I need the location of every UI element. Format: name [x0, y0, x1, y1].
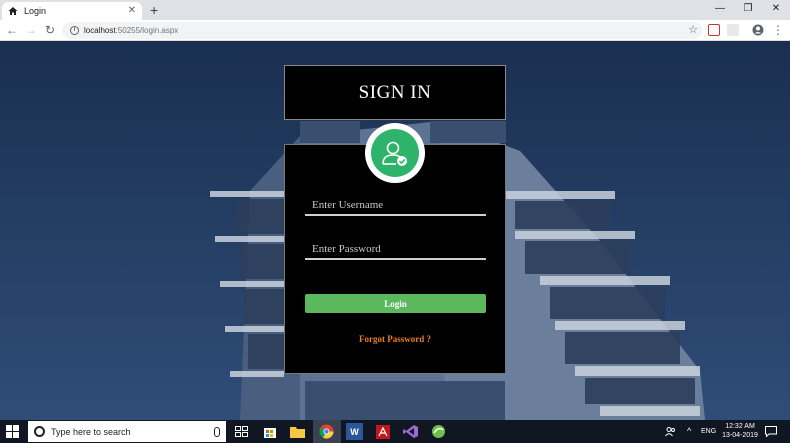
- user-verified-icon: [371, 129, 419, 177]
- microphone-icon[interactable]: [214, 426, 220, 437]
- url-text: localhost:50255/login.aspx: [84, 26, 179, 35]
- browser-toolbar: ← → ↻ i localhost:50255/login.aspx ☆ ⋮: [0, 20, 790, 41]
- taskbar-search-placeholder: Type here to search: [51, 426, 131, 437]
- window-controls: — ❐ ✕: [706, 0, 790, 20]
- extension-pocket-icon[interactable]: [708, 24, 720, 36]
- task-view-icon[interactable]: [233, 423, 250, 440]
- menu-icon[interactable]: ⋮: [770, 22, 786, 38]
- avatar: [365, 123, 425, 183]
- browser-tab-strip: Login ✕ + — ❐ ✕: [0, 0, 790, 20]
- page-title: SIGN IN: [358, 81, 432, 103]
- windows-taskbar: Type here to search W ^ ENG 12:32 AM 13-…: [0, 420, 790, 443]
- username-input[interactable]: [305, 196, 486, 216]
- clock-time: 12:32 AM: [725, 423, 755, 430]
- people-icon[interactable]: [665, 420, 676, 443]
- notifications-icon[interactable]: [765, 420, 777, 443]
- taskbar-search-box[interactable]: Type here to search: [28, 421, 226, 442]
- close-window-button[interactable]: ✕: [762, 0, 790, 20]
- file-explorer-icon[interactable]: [289, 423, 306, 440]
- chrome-icon[interactable]: [318, 423, 335, 440]
- forward-button[interactable]: →: [23, 22, 39, 38]
- app-icon[interactable]: [430, 423, 447, 440]
- login-button[interactable]: Login: [305, 294, 486, 313]
- language-indicator[interactable]: ENG: [701, 420, 716, 443]
- sign-in-header: SIGN IN: [284, 65, 506, 120]
- minimize-button[interactable]: —: [706, 0, 734, 20]
- clock-date: 13-04-2019: [722, 432, 758, 439]
- extension-pdf-icon[interactable]: [727, 24, 739, 36]
- cortana-icon: [34, 426, 45, 437]
- word-icon[interactable]: W: [346, 423, 363, 440]
- tray-overflow-icon[interactable]: ^: [687, 420, 691, 443]
- info-icon[interactable]: i: [70, 26, 79, 35]
- visual-studio-icon[interactable]: [402, 423, 419, 440]
- browser-tab[interactable]: Login ✕: [2, 2, 142, 20]
- tab-title: Login: [24, 6, 47, 16]
- back-button[interactable]: ←: [4, 22, 20, 38]
- password-input[interactable]: [305, 240, 486, 260]
- forgot-password-link[interactable]: Forgot Password ?: [285, 334, 505, 344]
- windows-start-icon[interactable]: [6, 425, 19, 438]
- login-page: SIGN IN Login Forgot Password ?: [0, 41, 790, 420]
- home-icon: [8, 7, 18, 15]
- acrobat-icon[interactable]: [374, 423, 391, 440]
- address-bar[interactable]: i localhost:50255/login.aspx ☆: [62, 22, 702, 39]
- system-clock[interactable]: 12:32 AM 13-04-2019: [718, 422, 762, 440]
- restore-button[interactable]: ❐: [734, 0, 762, 20]
- new-tab-button[interactable]: +: [150, 2, 158, 18]
- reload-button[interactable]: ↻: [42, 22, 58, 38]
- tab-close-icon[interactable]: ✕: [128, 6, 136, 16]
- account-icon[interactable]: [752, 24, 764, 36]
- store-icon[interactable]: [261, 423, 278, 440]
- bookmark-star-icon[interactable]: ☆: [688, 22, 698, 39]
